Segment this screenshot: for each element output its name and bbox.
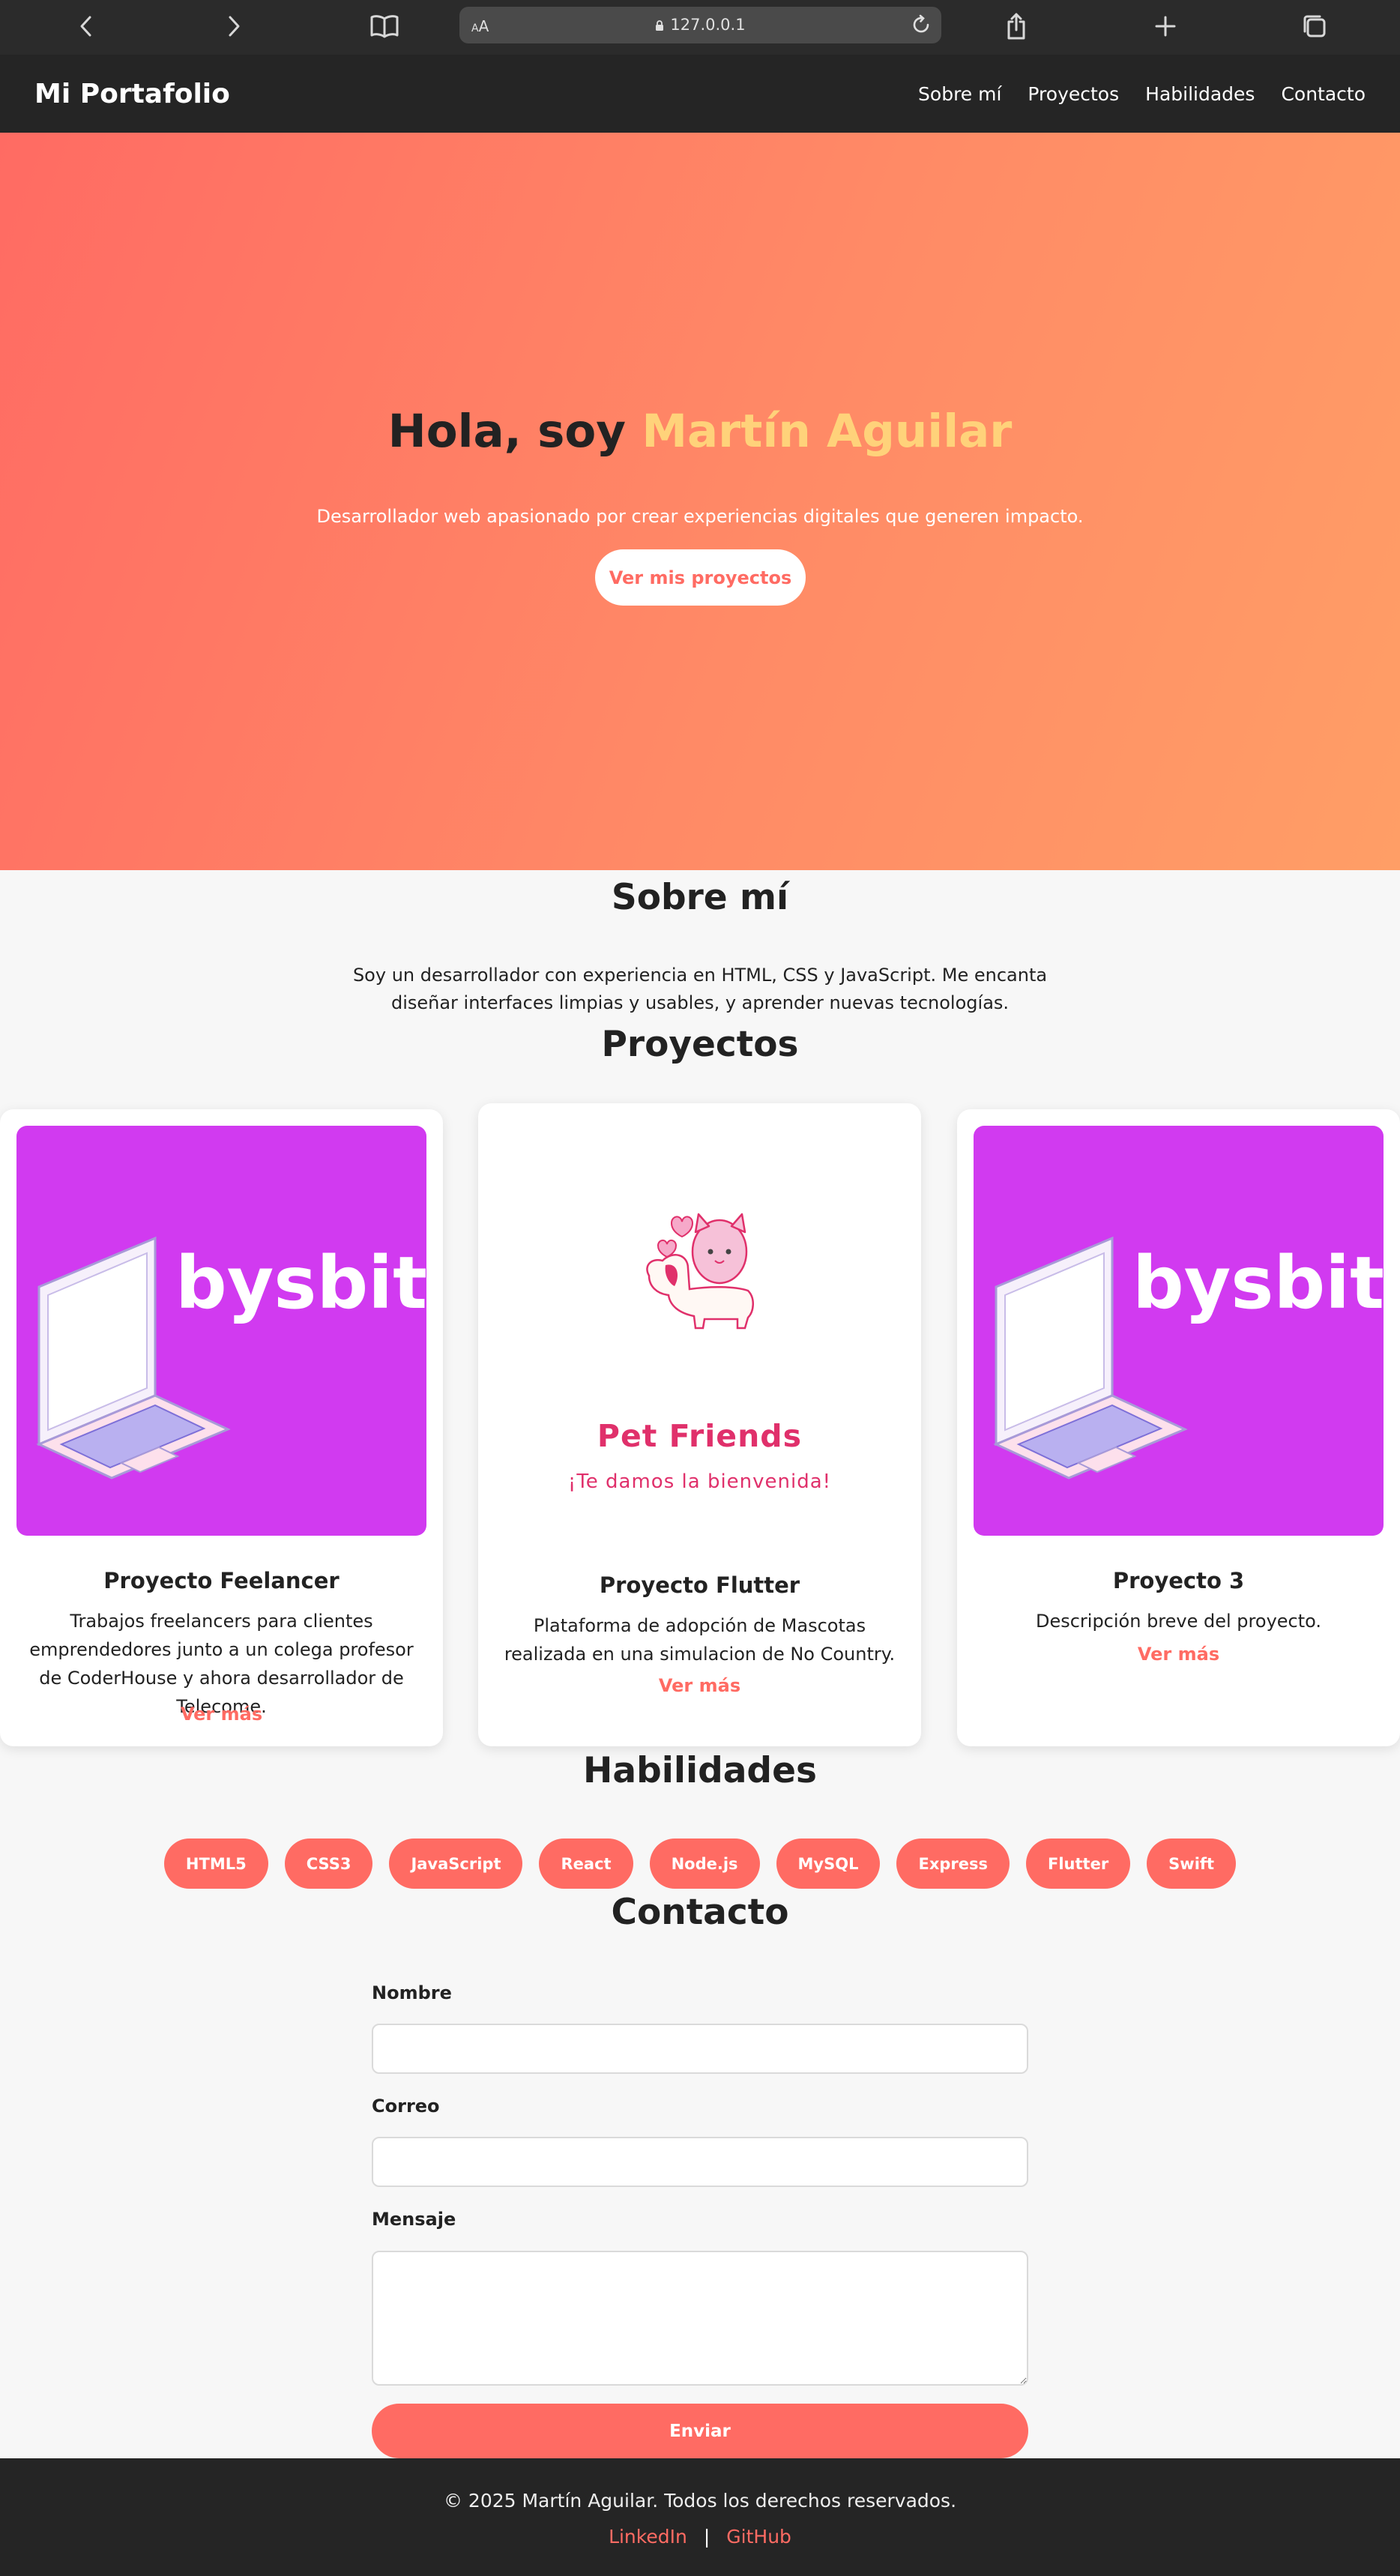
projects-title: Proyectos — [601, 1024, 799, 1065]
laptop-illustration: bysbit — [36, 1236, 426, 1479]
hero-subtitle: Desarrollador web apasionado por crear e… — [316, 506, 1084, 527]
project-card: bysbit Proyecto Feelancer Trabajos freel… — [0, 1109, 443, 1746]
plus-icon — [1155, 16, 1176, 37]
skill-badge: MySQL — [776, 1839, 881, 1889]
chevron-left-icon — [80, 16, 91, 37]
browser-toolbar: AA 127.0.0.1 — [0, 0, 1400, 55]
github-link[interactable]: GitHub — [726, 2526, 791, 2548]
tabs-icon — [1303, 15, 1326, 37]
project-title: Proyecto 3 — [1112, 1568, 1245, 1593]
reload-button[interactable] — [910, 13, 932, 39]
bysbit-logo-text: bysbit — [1132, 1241, 1384, 1325]
footer-copyright: © 2025 Martín Aguilar. Todos los derecho… — [443, 2490, 957, 2512]
share-button[interactable] — [998, 7, 1035, 45]
forward-button[interactable] — [215, 7, 253, 45]
skills-list: HTML5 CSS3 JavaScript React Node.js MySQ… — [0, 1839, 1400, 1889]
bysbit-logo-text: bysbit — [175, 1241, 426, 1325]
project-description: Plataforma de adopción de Mascotas reali… — [504, 1615, 896, 1665]
chevron-right-icon — [229, 16, 240, 37]
name-label: Nombre — [372, 1982, 452, 2003]
email-label: Correo — [372, 2096, 440, 2117]
site-footer: © 2025 Martín Aguilar. Todos los derecho… — [0, 2458, 1400, 2576]
name-field[interactable] — [372, 2024, 1028, 2074]
project-link[interactable]: Ver más — [957, 1644, 1400, 1665]
contact-title: Contacto — [611, 1892, 789, 1933]
project-title: Proyecto Flutter — [599, 1572, 800, 1598]
footer-separator: | — [703, 2526, 710, 2548]
submit-button[interactable]: Enviar — [372, 2404, 1028, 2458]
back-button[interactable] — [67, 7, 105, 45]
linkedin-link[interactable]: LinkedIn — [609, 2526, 687, 2548]
lock-icon — [656, 20, 664, 31]
skills-title: Habilidades — [583, 1750, 817, 1791]
hero-greeting: Hola, soy — [387, 405, 642, 458]
view-projects-button[interactable]: Ver mis proyectos — [595, 549, 806, 606]
laptop-illustration: bysbit — [993, 1236, 1384, 1479]
book-icon — [370, 15, 399, 38]
project-card: bysbit Proyecto 3 Descripción breve del … — [957, 1109, 1400, 1746]
tabs-button[interactable] — [1296, 7, 1333, 45]
skill-badge: Flutter — [1026, 1839, 1131, 1889]
project-image: bysbit — [16, 1126, 426, 1536]
project-link[interactable]: Ver más — [478, 1675, 921, 1696]
project-image: bysbit — [974, 1126, 1384, 1536]
address-bar[interactable]: AA 127.0.0.1 — [459, 7, 941, 43]
reload-icon — [913, 14, 929, 33]
site-brand[interactable]: Mi Portafolio — [34, 79, 230, 109]
pet-friends-subtitle: ¡Te damos la bienvenida! — [567, 1471, 832, 1493]
hero-heading: Hola, soy Martín Aguilar — [0, 405, 1400, 458]
project-link[interactable]: Ver más — [0, 1704, 443, 1725]
nav-link-contacto[interactable]: Contacto — [1281, 83, 1366, 105]
skill-badge: Node.js — [649, 1839, 760, 1889]
about-text: Soy un desarrollador con experiencia en … — [352, 965, 1048, 1013]
project-card: Pet Friends ¡Te damos la bienvenida! Pro… — [478, 1103, 921, 1746]
url-text: 127.0.0.1 — [670, 16, 746, 34]
skill-badge: CSS3 — [284, 1839, 373, 1889]
pet-illustration — [646, 1213, 754, 1330]
skill-badge: Swift — [1147, 1839, 1237, 1889]
share-icon — [1007, 13, 1025, 40]
footer-links: LinkedIn | GitHub — [0, 2526, 1400, 2548]
site-header: Mi Portafolio Sobre mí Proyectos Habilid… — [0, 55, 1400, 133]
skill-badge: JavaScript — [389, 1839, 523, 1889]
skill-badge: HTML5 — [163, 1839, 268, 1889]
new-tab-button[interactable] — [1147, 7, 1184, 45]
nav-link-sobre-mi[interactable]: Sobre mí — [918, 83, 1001, 105]
project-description: Descripción breve del proyecto. — [1035, 1611, 1322, 1632]
message-field[interactable] — [372, 2251, 1028, 2386]
email-field[interactable] — [372, 2137, 1028, 2187]
nav-link-proyectos[interactable]: Proyectos — [1028, 83, 1119, 105]
hero-section: Hola, soy Martín Aguilar Desarrollador w… — [0, 133, 1400, 870]
skill-badge: Express — [896, 1839, 1010, 1889]
bookmarks-button[interactable] — [366, 7, 403, 45]
project-title: Proyecto Feelancer — [103, 1568, 340, 1593]
nav-link-habilidades[interactable]: Habilidades — [1145, 83, 1255, 105]
about-title: Sobre mí — [611, 877, 789, 918]
pet-friends-title: Pet Friends — [597, 1418, 803, 1454]
hero-name: Martín Aguilar — [642, 405, 1013, 458]
skill-badge: React — [539, 1839, 633, 1889]
main-nav: Sobre mí Proyectos Habilidades Contacto — [918, 83, 1366, 105]
message-label: Mensaje — [372, 2209, 456, 2230]
